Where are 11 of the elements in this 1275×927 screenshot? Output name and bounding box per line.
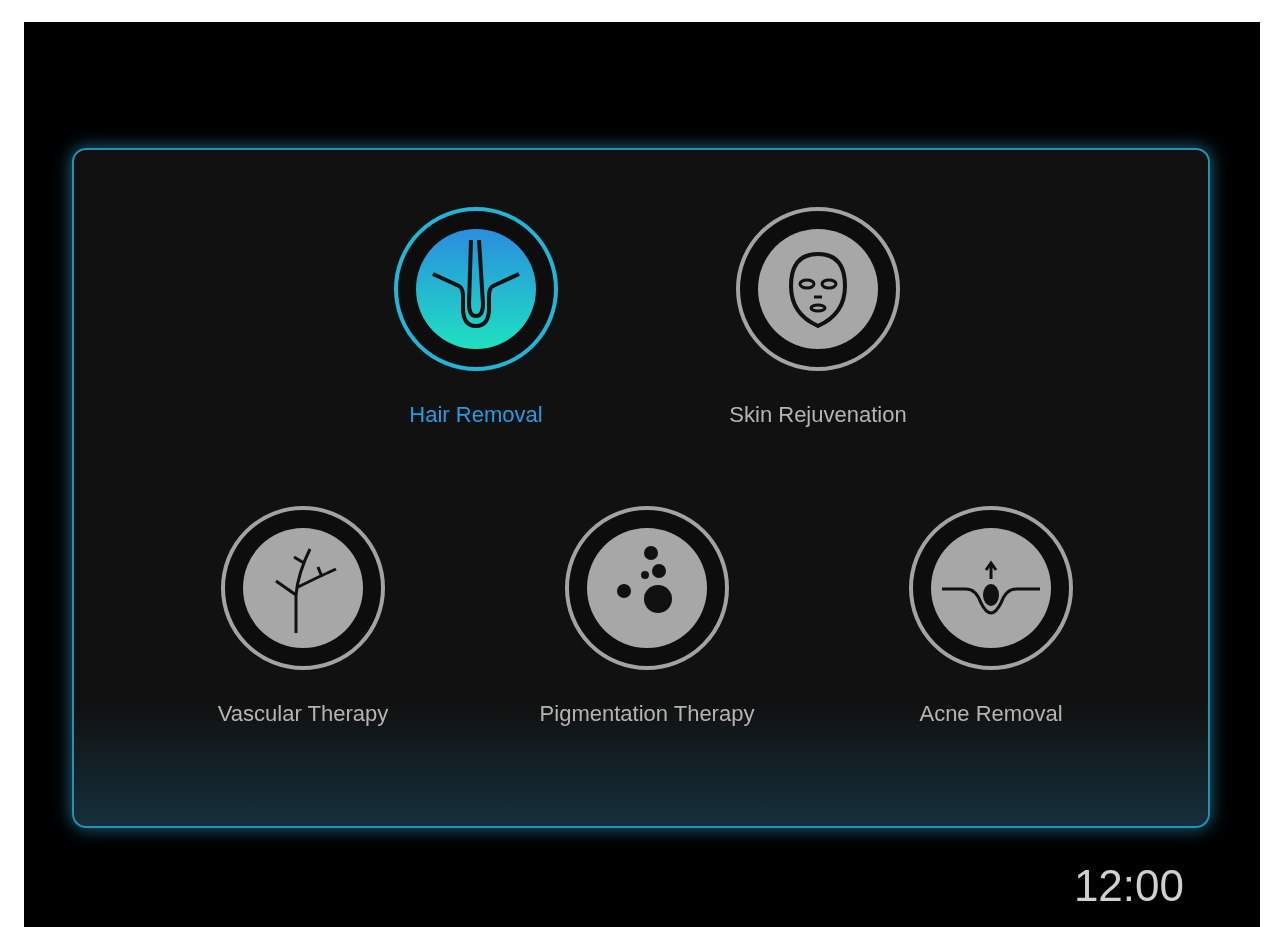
treatment-button[interactable]: Acne Removal (866, 503, 1116, 730)
treatment-button[interactable]: Vascular Therapy (178, 503, 428, 730)
face-mask-icon (733, 204, 903, 374)
clock: 12:00 (1073, 864, 1184, 908)
hair-follicle-icon (391, 204, 561, 374)
treatment-button[interactable]: Hair Removal (351, 204, 601, 431)
treatment-button[interactable]: Skin Rejuvenation (693, 204, 943, 431)
dots-icon (562, 503, 732, 673)
branch-icon (218, 503, 388, 673)
pimple-icon (906, 503, 1076, 673)
treatment-button[interactable]: Pigmentation Therapy (522, 503, 772, 730)
